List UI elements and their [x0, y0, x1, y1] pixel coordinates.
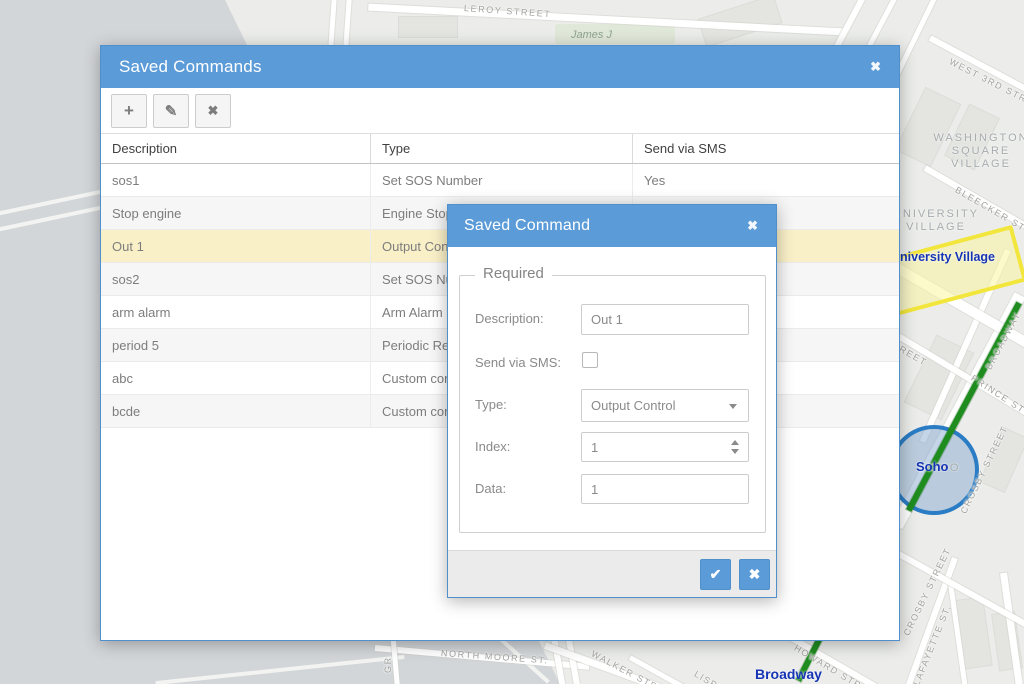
spinner-up-icon[interactable]: [731, 440, 739, 445]
type-select-value: Output Control: [591, 398, 676, 413]
chevron-down-icon: [729, 404, 737, 409]
fieldset-legend: Required: [475, 265, 552, 282]
add-command-button[interactable]: +: [111, 94, 147, 128]
geofence-label-university-village: University Village: [891, 250, 995, 264]
cell-description: arm alarm: [101, 296, 371, 328]
table-row[interactable]: sos1 Set SOS Number Yes: [101, 164, 899, 197]
cell-description: sos2: [101, 263, 371, 295]
geofence-label-broadway: Broadway: [755, 666, 822, 682]
check-icon: ✔: [710, 566, 722, 583]
delete-command-button[interactable]: ✖: [195, 94, 231, 128]
cell-description: sos1: [101, 164, 371, 196]
column-header-type[interactable]: Type: [371, 134, 633, 163]
edit-command-button[interactable]: ✎: [153, 94, 189, 128]
pencil-icon: ✎: [165, 102, 178, 120]
close-icon[interactable]: ✖: [866, 46, 885, 88]
dialog-titlebar[interactable]: Saved Commands ✖: [101, 46, 899, 88]
column-header-sms[interactable]: Send via SMS: [633, 134, 899, 163]
street-label-greenwich: GR: [383, 656, 393, 673]
dialog-titlebar[interactable]: Saved Command ✖: [448, 205, 776, 247]
dialog-title: Saved Commands: [101, 57, 262, 77]
description-label: Description:: [475, 311, 544, 326]
cell-type: Set SOS Number: [371, 164, 633, 196]
index-label: Index:: [475, 439, 510, 454]
saved-command-dialog: Saved Command ✖ Required Description: Se…: [447, 204, 777, 598]
cell-description: abc: [101, 362, 371, 394]
cell-description: Out 1: [101, 230, 371, 262]
table-header: Description Type Send via SMS: [101, 134, 899, 164]
plus-icon: +: [124, 101, 134, 121]
street-label-prince-short: PRINCE ST: [969, 373, 1024, 415]
park-label-james: James J: [571, 29, 612, 41]
type-label: Type:: [475, 397, 507, 412]
spinner-down-icon[interactable]: [731, 449, 739, 454]
cell-description: bcde: [101, 395, 371, 427]
cell-description: period 5: [101, 329, 371, 361]
geofence-label-soho: Soho: [916, 459, 949, 474]
close-icon: ✖: [749, 566, 761, 583]
cell-description: Stop engine: [101, 197, 371, 229]
column-header-description[interactable]: Description: [101, 134, 371, 163]
type-select[interactable]: Output Control: [581, 389, 749, 422]
confirm-button[interactable]: ✔: [700, 559, 731, 590]
data-label: Data:: [475, 481, 506, 496]
close-icon[interactable]: ✖: [743, 205, 762, 247]
dialog-footer: ✔ ✖: [448, 550, 776, 597]
sms-label: Send via SMS:: [475, 355, 561, 370]
index-spinner: [581, 432, 749, 462]
cancel-button[interactable]: ✖: [739, 559, 770, 590]
cell-sms: Yes: [633, 164, 899, 196]
data-input[interactable]: [581, 474, 749, 504]
area-label-washington-square: WASHINGTON SQUARE VILLAGE: [920, 132, 1024, 171]
description-input[interactable]: [581, 304, 749, 335]
commands-toolbar: + ✎ ✖: [101, 88, 899, 134]
dialog-title: Saved Command: [448, 217, 590, 235]
index-input[interactable]: [581, 432, 749, 462]
building: [398, 16, 458, 38]
delete-icon: ✖: [208, 103, 219, 119]
sms-checkbox[interactable]: [582, 352, 598, 368]
